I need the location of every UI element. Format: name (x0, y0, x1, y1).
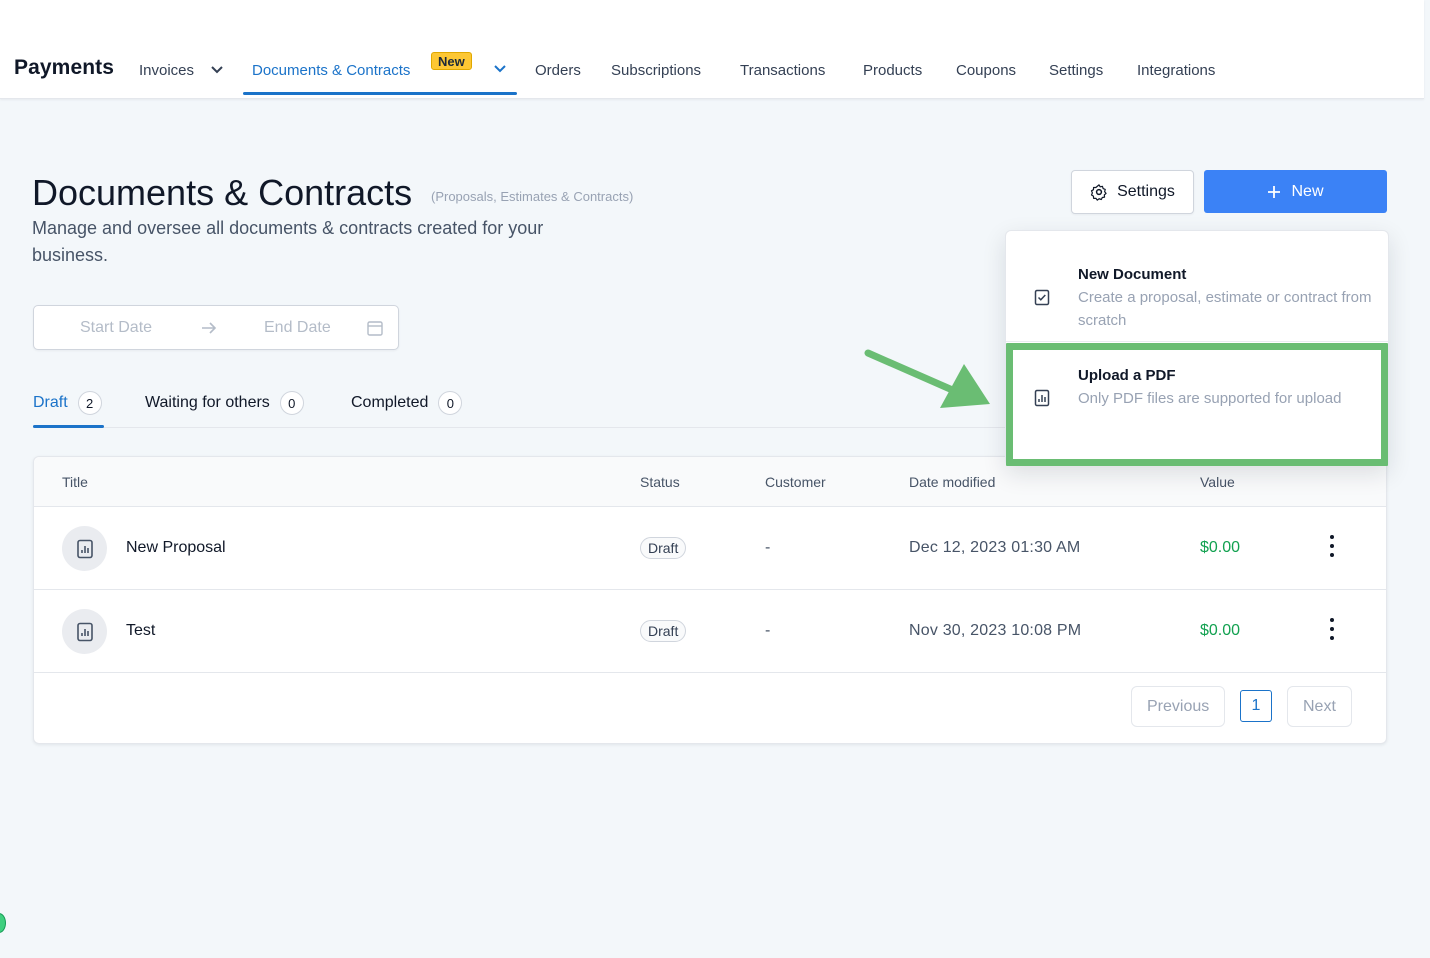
chevron-down-icon[interactable] (494, 65, 506, 73)
annotation-arrow-icon (864, 349, 990, 408)
column-status: Status (640, 474, 680, 490)
previous-page-button[interactable]: Previous (1131, 686, 1226, 727)
document-chart-icon (62, 609, 107, 654)
nav-invoices-label: Invoices (139, 62, 195, 79)
new-button[interactable]: New (1204, 170, 1387, 213)
page-description: Manage and oversee all documents & contr… (32, 218, 544, 265)
documents-table: Title Status Customer Date modified Valu… (33, 456, 1387, 744)
nav-settings[interactable]: Settings (1049, 61, 1103, 81)
tab-completed-count: 0 (438, 391, 463, 415)
chevron-down-icon (211, 66, 223, 74)
settings-button[interactable]: Settings (1071, 170, 1194, 214)
column-customer: Customer (765, 474, 826, 490)
tab-draft-count: 2 (77, 391, 102, 415)
nav-coupons[interactable]: Coupons (956, 61, 1016, 81)
nav-invoices[interactable]: Invoices (139, 61, 223, 81)
page-subtitle: (Proposals, Estimates & Contracts) (431, 189, 634, 204)
arrow-right-icon (202, 322, 217, 334)
tab-completed-label: Completed (351, 394, 429, 411)
document-chart-icon (62, 526, 107, 571)
active-nav-underline (243, 92, 517, 95)
app-title: Payments (14, 56, 115, 79)
page-number-button[interactable]: 1 (1240, 690, 1272, 722)
column-date-modified: Date modified (909, 474, 996, 490)
menu-item-description: Create a proposal, estimate or contract … (1078, 289, 1372, 329)
row-value: $0.00 (1200, 539, 1241, 556)
row-value: $0.00 (1200, 622, 1241, 639)
more-options-icon[interactable] (1324, 535, 1340, 557)
more-options-icon[interactable] (1324, 618, 1340, 640)
plus-icon (1268, 185, 1281, 198)
end-date-input[interactable]: End Date (264, 319, 331, 337)
new-button-label: New (1291, 182, 1324, 200)
table-row[interactable]: Test Draft - Nov 30, 2023 10:08 PM $0.00 (34, 590, 1386, 673)
document-check-icon (1034, 289, 1050, 306)
nav-transactions[interactable]: Transactions (740, 61, 825, 81)
status-badge: Draft (640, 620, 687, 642)
calendar-icon (367, 321, 383, 336)
row-title[interactable]: New Proposal (126, 539, 226, 557)
status-dot-icon (0, 913, 6, 933)
row-date-modified: Dec 12, 2023 01:30 AM (909, 539, 1081, 556)
row-customer: - (765, 622, 771, 639)
row-title[interactable]: Test (126, 622, 155, 640)
row-date-modified: Nov 30, 2023 10:08 PM (909, 622, 1082, 639)
document-chart-icon (1034, 389, 1050, 407)
tab-waiting-count: 0 (279, 391, 304, 415)
new-dropdown-menu: New Document Create a proposal, estimate… (1005, 230, 1389, 466)
start-date-input[interactable]: Start Date (80, 319, 152, 337)
menu-item-upload-pdf[interactable]: Upload a PDF Only PDF files are supporte… (1006, 342, 1388, 466)
menu-item-new-document[interactable]: New Document Create a proposal, estimate… (1006, 231, 1388, 341)
settings-button-label: Settings (1117, 183, 1175, 200)
nav-products[interactable]: Products (863, 61, 922, 81)
menu-item-title: New Document (1078, 266, 1187, 283)
nav-integrations[interactable]: Integrations (1137, 61, 1215, 81)
page-title: Documents & Contracts (32, 172, 413, 213)
nav-subscriptions[interactable]: Subscriptions (611, 61, 701, 81)
top-nav: Payments Invoices Documents & Contracts … (0, 0, 1424, 99)
new-badge: New (431, 52, 472, 70)
tab-waiting-for-others[interactable]: Waiting for others 0 (145, 391, 304, 415)
menu-item-description: Only PDF files are supported for upload (1078, 390, 1342, 407)
column-value: Value (1200, 474, 1235, 490)
tab-completed[interactable]: Completed 0 (351, 391, 463, 415)
next-page-button[interactable]: Next (1287, 686, 1352, 727)
tabs-divider (33, 427, 1008, 428)
table-row[interactable]: New Proposal Draft - Dec 12, 2023 01:30 … (34, 507, 1386, 590)
status-badge: Draft (640, 537, 687, 559)
active-tab-underline (33, 425, 104, 428)
menu-item-title: Upload a PDF (1078, 367, 1176, 384)
tab-draft-label: Draft (33, 394, 68, 411)
tab-draft[interactable]: Draft 2 (33, 391, 102, 415)
date-range-picker[interactable]: Start Date End Date (33, 305, 399, 350)
nav-documents-contracts[interactable]: Documents & Contracts (252, 61, 410, 81)
column-title: Title (62, 474, 88, 490)
nav-orders[interactable]: Orders (535, 61, 581, 81)
row-customer: - (765, 539, 771, 556)
gear-icon (1090, 184, 1107, 201)
tab-waiting-label: Waiting for others (145, 394, 270, 411)
nav-documents-label: Documents & Contracts (252, 62, 411, 79)
